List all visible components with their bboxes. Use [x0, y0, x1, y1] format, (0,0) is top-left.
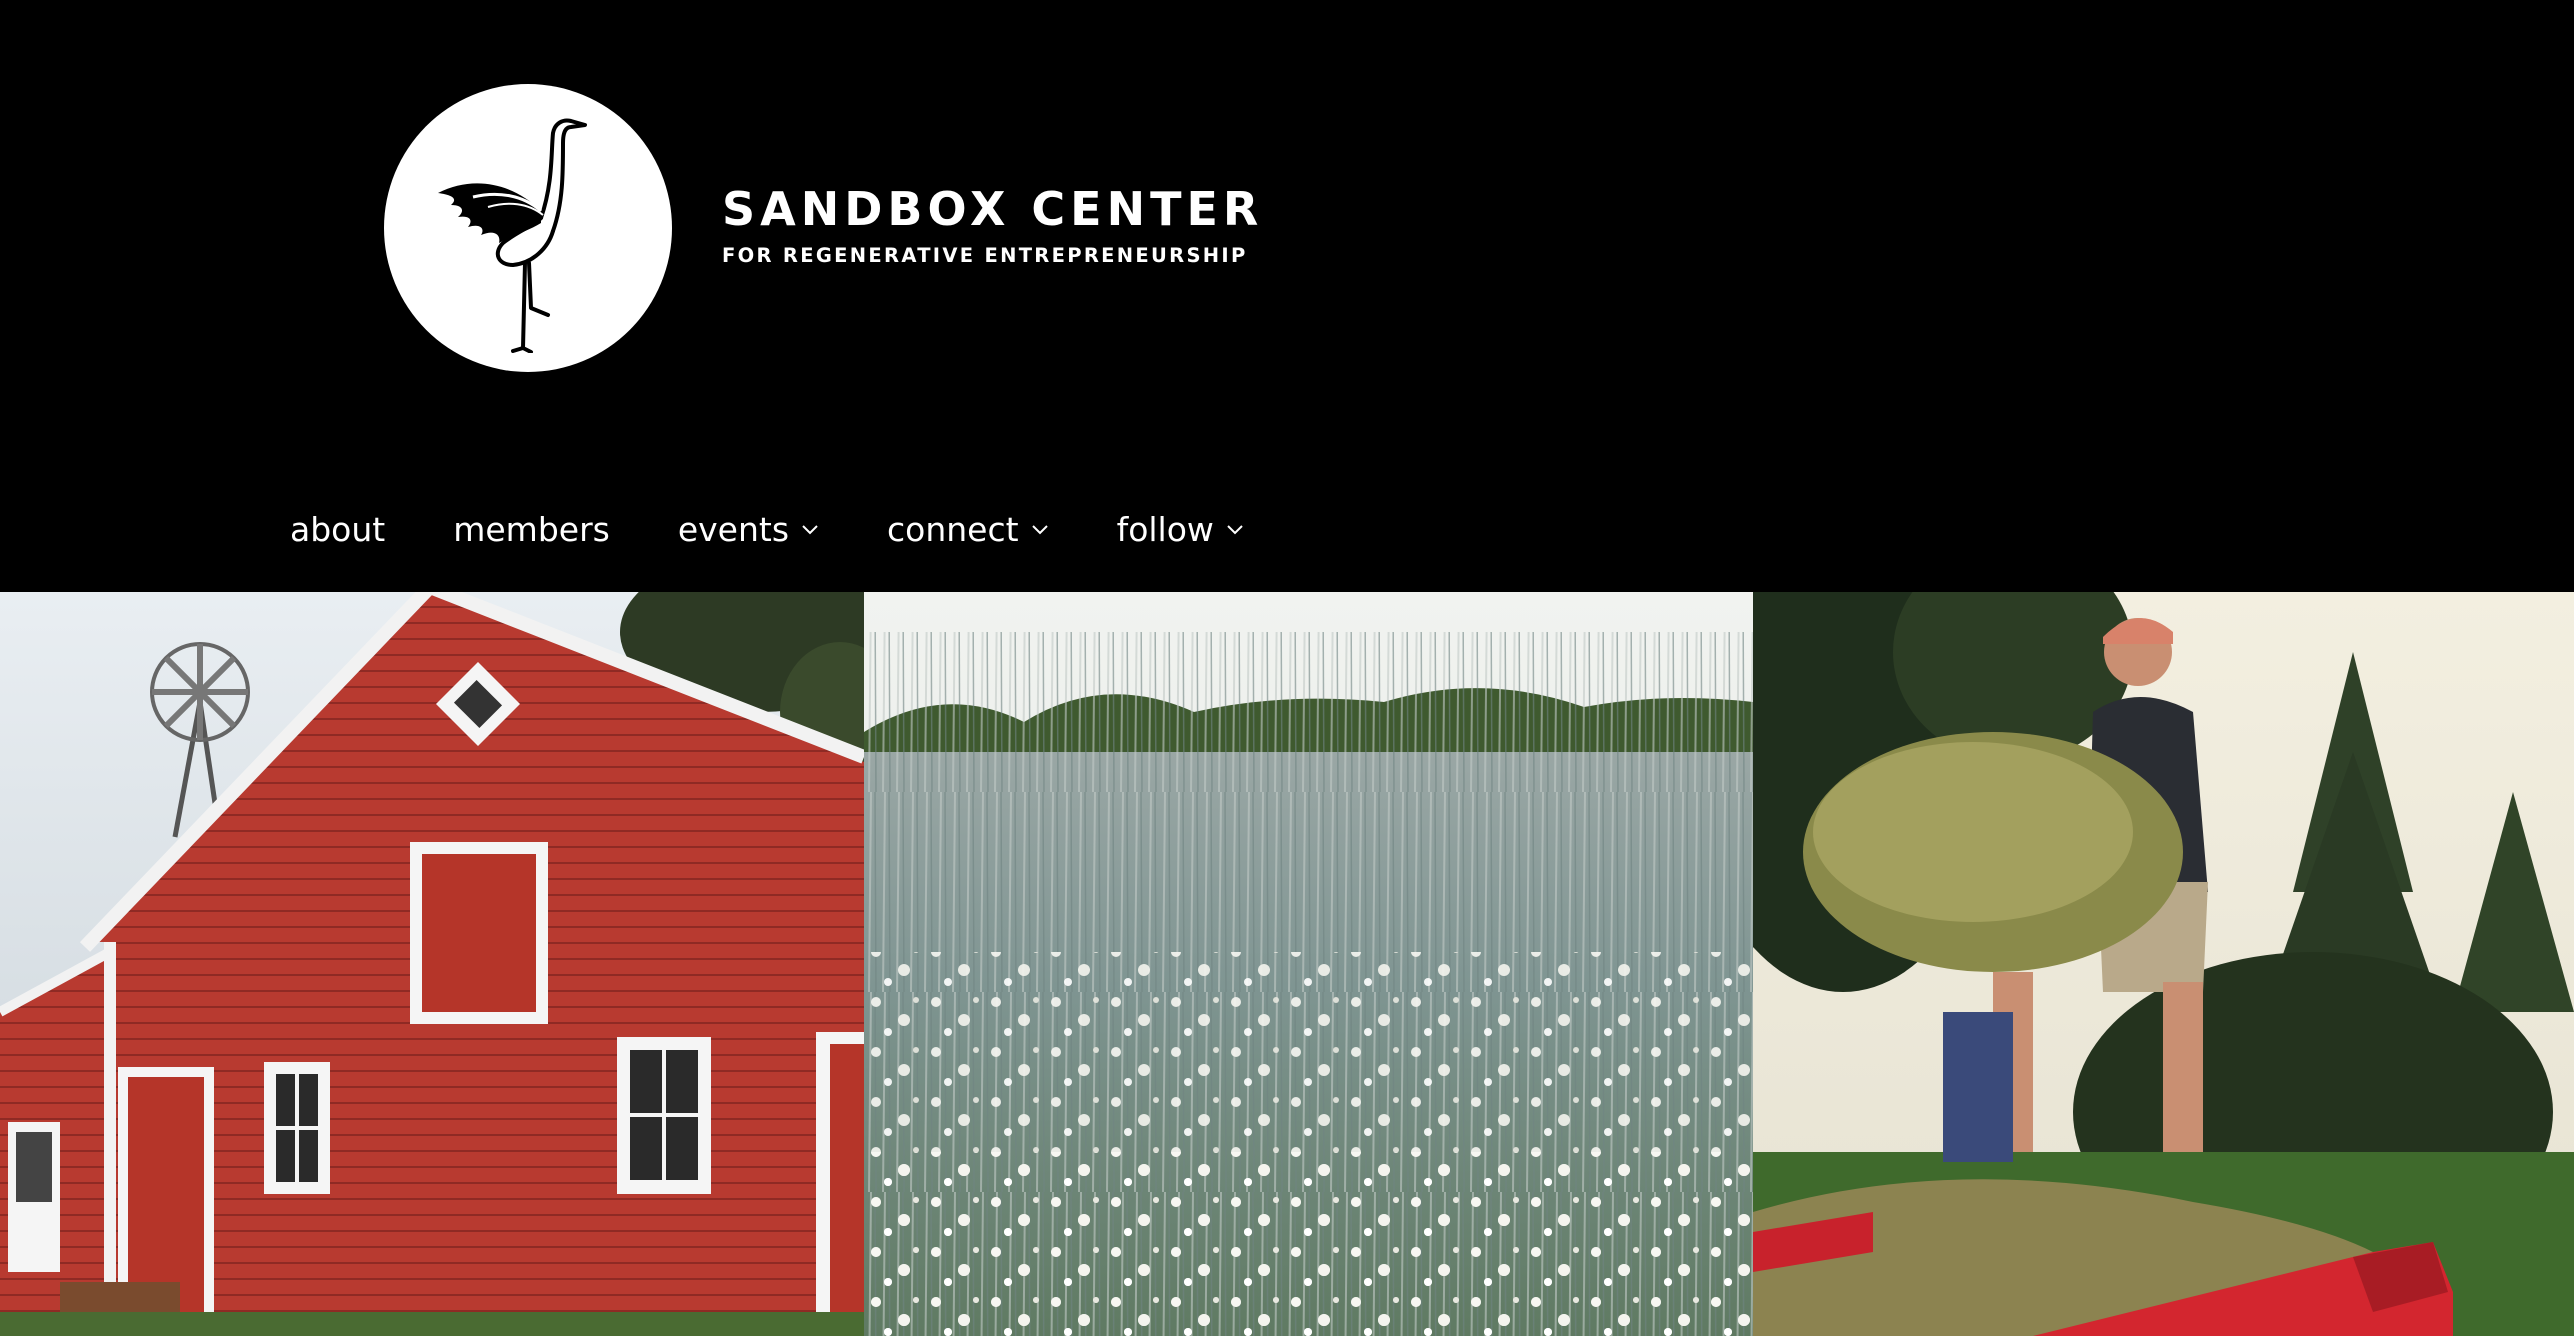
nav-item-follow[interactable]: follow [1117, 510, 1244, 549]
grain-field-photo [864, 592, 1753, 1336]
brand-name[interactable]: SANDBOX CENTER [722, 186, 1263, 232]
chevron-down-icon [1031, 524, 1048, 534]
red-barn-photo [0, 592, 864, 1336]
photo-strip [0, 592, 2574, 1336]
main-nav: about members events connect follow [290, 510, 1312, 549]
nav-item-label: about [290, 510, 386, 549]
nav-item-label: members [453, 510, 610, 549]
nav-item-events[interactable]: events [678, 510, 819, 549]
brand-block: SANDBOX CENTER FOR REGENERATIVE ENTREPRE… [722, 186, 1263, 266]
chevron-down-icon [802, 524, 818, 534]
chevron-down-icon [1227, 524, 1243, 534]
nav-item-label: connect [887, 510, 1019, 549]
nav-item-members[interactable]: members [453, 510, 610, 549]
nav-item-label: events [677, 510, 790, 549]
crane-icon [438, 118, 587, 353]
hay-unloading-photo [1753, 592, 2574, 1336]
nav-item-connect[interactable]: connect [887, 510, 1049, 549]
site-logo[interactable] [384, 84, 672, 372]
nav-item-label: follow [1116, 510, 1214, 549]
brand-tagline: FOR REGENERATIVE ENTREPRENEURSHIP [722, 244, 1248, 267]
site-header: SANDBOX CENTER FOR REGENERATIVE ENTREPRE… [0, 0, 2574, 592]
nav-item-about[interactable]: about [290, 510, 385, 549]
